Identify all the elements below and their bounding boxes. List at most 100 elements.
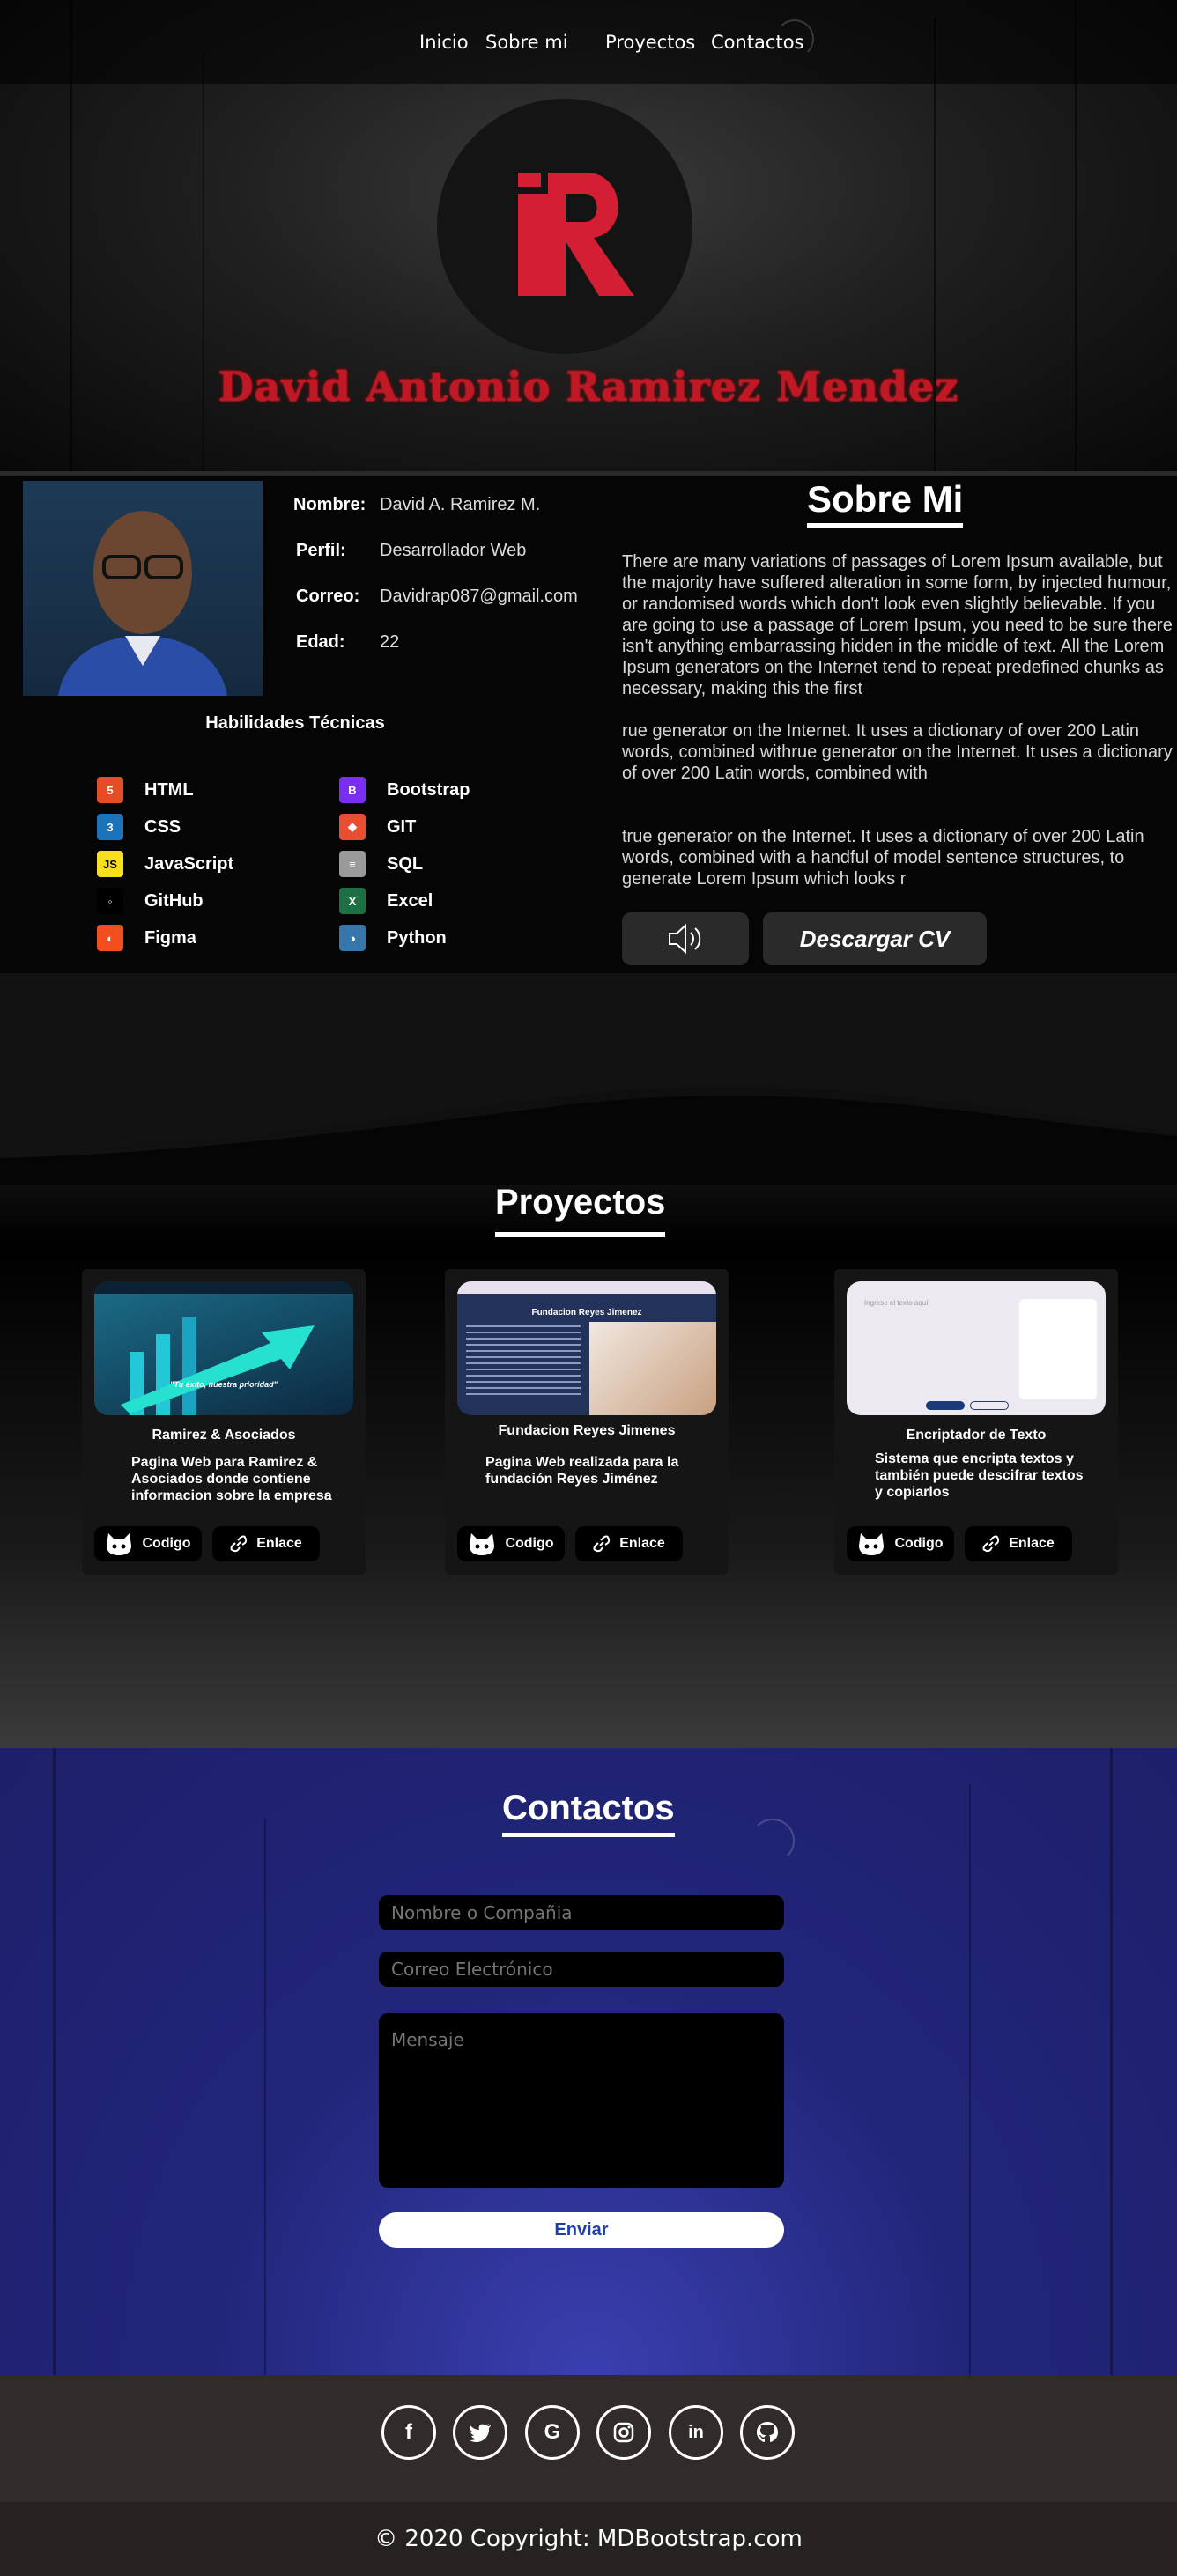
excel-icon: X <box>339 888 366 914</box>
project-title: Fundacion Reyes Jimenes <box>498 1423 676 1438</box>
link-label: Enlace <box>1009 1536 1055 1551</box>
project-desc: Pagina Web para Ramirez & Asociados dond… <box>131 1455 332 1503</box>
git-icon: ◆ <box>339 814 366 840</box>
github-icon[interactable] <box>740 2405 795 2460</box>
skill-python: ◑ Python <box>339 925 447 951</box>
link-label: Enlace <box>619 1536 665 1551</box>
code-label: Codigo <box>142 1536 191 1551</box>
contact-title: Contactos <box>502 1783 675 1837</box>
skill-git: ◆ GIT <box>339 814 416 840</box>
growth-arrow-icon <box>94 1281 353 1415</box>
skill-label: GitHub <box>144 890 204 911</box>
hero-name: David Antonio Ramirez Mendez <box>218 363 959 410</box>
label-edad: Edad: <box>296 632 345 652</box>
linkedin-icon[interactable]: in <box>669 2405 723 2460</box>
about-paragraph-2: rue generator on the Internet. It uses a… <box>622 721 1173 783</box>
skill-figma: ◐ Figma <box>97 925 196 951</box>
skill-excel: X Excel <box>339 888 433 914</box>
avatar <box>58 511 227 696</box>
code-label: Codigo <box>894 1536 944 1551</box>
project-thumbnail[interactable]: Ingrese el texto aquí <box>847 1281 1106 1415</box>
skill-label: HTML <box>144 779 194 800</box>
skill-label: Excel <box>387 890 433 911</box>
project-title: Encriptador de Texto <box>906 1428 1047 1443</box>
footer-copyright: © 2020 Copyright: MDBootstrap.com <box>0 2502 1177 2576</box>
thumbnail-caption: Ingrese el texto aquí <box>864 1299 929 1307</box>
link-button[interactable]: Enlace <box>575 1526 683 1561</box>
label-correo: Correo: <box>296 587 360 606</box>
value-correo: Davidrap087@gmail.com <box>380 587 578 606</box>
value-perfil: Desarrollador Web <box>380 541 527 560</box>
email-input[interactable] <box>379 1952 784 1987</box>
project-thumbnail[interactable]: Fundacion Reyes Jimenez <box>457 1281 716 1415</box>
link-icon <box>230 1535 248 1553</box>
database-icon: ≡ <box>339 851 366 877</box>
project-card-encriptador: Ingrese el texto aquí Encriptador de Tex… <box>834 1269 1118 1575</box>
skill-css: 3 CSS <box>97 814 181 840</box>
label-perfil: Perfil: <box>296 541 346 560</box>
instagram-icon[interactable] <box>596 2405 651 2460</box>
download-cv-button[interactable]: Descargar CV <box>763 912 987 965</box>
facebook-icon[interactable]: f <box>381 2405 436 2460</box>
css3-icon: 3 <box>97 814 123 840</box>
thumbnail-caption: Fundacion Reyes Jimenez <box>531 1308 642 1318</box>
nav-sobre-mi[interactable]: Sobre mi <box>485 32 568 53</box>
skill-javascript: JS JavaScript <box>97 851 233 877</box>
code-button[interactable]: Codigo <box>94 1526 202 1561</box>
link-icon <box>982 1535 1000 1553</box>
code-button[interactable]: Codigo <box>847 1526 954 1561</box>
projects-title: Proyectos <box>495 1176 666 1237</box>
skill-label: JavaScript <box>144 853 234 874</box>
nav-proyectos[interactable]: Proyectos <box>605 32 695 53</box>
speaker-icon <box>669 923 701 955</box>
project-card-ramirez: "Tu éxito, nuestra prioridad" Ramirez & … <box>82 1269 366 1575</box>
bootstrap-icon: B <box>339 777 366 803</box>
skill-label: GIT <box>387 816 417 837</box>
top-nav: Inicio Sobre mi Proyectos Contactos <box>0 0 1177 84</box>
skill-bootstrap: B Bootstrap <box>339 777 470 803</box>
link-label: Enlace <box>256 1536 302 1551</box>
project-card-reyes: Fundacion Reyes Jimenez Fundacion Reyes … <box>445 1269 729 1575</box>
google-icon[interactable]: G <box>525 2405 580 2460</box>
thumbnail-caption: "Tu éxito, nuestra prioridad" <box>170 1380 278 1389</box>
send-button[interactable]: Enviar <box>379 2212 784 2248</box>
skill-label: Bootstrap <box>387 779 470 800</box>
code-button[interactable]: Codigo <box>457 1526 565 1561</box>
html5-icon: 5 <box>97 777 123 803</box>
figma-icon: ◐ <box>97 925 123 951</box>
link-icon <box>593 1535 611 1553</box>
javascript-icon: JS <box>97 851 123 877</box>
skill-label: CSS <box>144 816 181 837</box>
project-thumbnail[interactable]: "Tu éxito, nuestra prioridad" <box>94 1281 353 1415</box>
skills-title: Habilidades Técnicas <box>205 713 385 733</box>
wave-divider <box>0 973 1177 1185</box>
code-label: Codigo <box>505 1536 554 1551</box>
value-nombre: David A. Ramirez M. <box>380 495 541 514</box>
about-paragraph-1: There are many variations of passages of… <box>622 552 1173 698</box>
name-input[interactable] <box>379 1895 784 1930</box>
message-textarea[interactable] <box>379 2013 784 2188</box>
twitter-icon[interactable] <box>453 2405 507 2460</box>
audio-button[interactable] <box>622 912 749 965</box>
skill-html: 5 HTML <box>97 777 194 803</box>
python-icon: ◑ <box>339 925 366 951</box>
profile-photo <box>23 481 263 696</box>
link-button[interactable]: Enlace <box>212 1526 320 1561</box>
skill-sql: ≡ SQL <box>339 851 423 877</box>
project-desc: Pagina Web realizada para la fundación R… <box>485 1455 679 1487</box>
about-title: Sobre Mi <box>807 476 964 528</box>
github-cat-icon <box>107 1533 132 1555</box>
ir-logo-icon <box>518 173 634 296</box>
moon-decoration <box>775 19 814 58</box>
skill-github: ◦ GitHub <box>97 888 204 914</box>
skill-label: Figma <box>144 927 196 948</box>
project-desc: Sistema que encripta textos y también pu… <box>875 1451 1084 1500</box>
logo <box>437 99 692 354</box>
label-nombre: Nombre: <box>293 495 366 514</box>
skill-label: SQL <box>387 853 424 874</box>
link-button[interactable]: Enlace <box>965 1526 1072 1561</box>
skill-label: Python <box>387 927 447 948</box>
nav-inicio[interactable]: Inicio <box>419 32 469 53</box>
footer-social-bar <box>0 2375 1177 2502</box>
value-edad: 22 <box>380 632 400 652</box>
